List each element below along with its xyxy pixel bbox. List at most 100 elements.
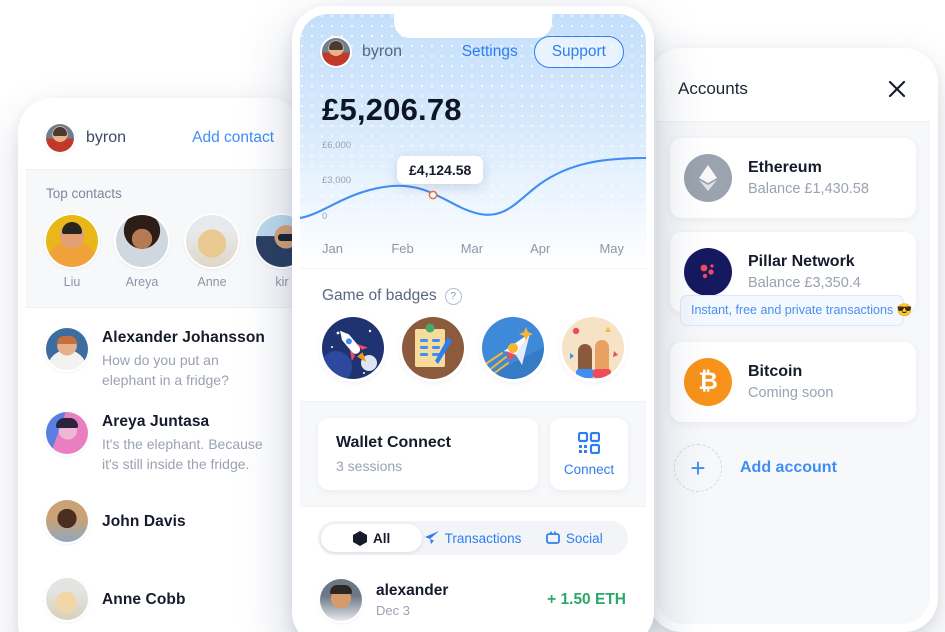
transaction-date: Dec 3 <box>376 603 410 618</box>
paper-plane-badge[interactable] <box>482 317 544 379</box>
contact-chip-anne[interactable]: Anne <box>186 215 238 289</box>
x-tick: Feb <box>391 241 414 256</box>
qr-code-icon <box>578 431 600 454</box>
left-username: byron <box>86 128 127 146</box>
chart-x-axis: Jan Feb Mar Apr May <box>300 241 646 256</box>
phone-notch <box>394 14 552 38</box>
transaction-name: alexander <box>376 582 449 599</box>
pillar-icon <box>684 248 732 296</box>
badges-section: Game of badges ? <box>300 268 646 401</box>
transaction-row[interactable]: alexander Dec 3 + 1.50 ETH <box>300 565 646 621</box>
contact-name: Areya <box>125 275 159 289</box>
y-tick-0: 0 <box>322 211 328 222</box>
account-card-ethereum[interactable]: Ethereum Balance £1,430.58 <box>670 138 916 218</box>
tab-transactions[interactable]: Transactions <box>422 524 523 552</box>
connect-label: Connect <box>563 461 615 477</box>
transaction-avatar[interactable] <box>320 579 362 621</box>
chat-icon <box>546 531 560 544</box>
page-title: Accounts <box>678 78 748 98</box>
center-username: byron <box>362 43 403 60</box>
contact-avatar[interactable] <box>256 215 294 267</box>
phone-notch <box>719 56 867 78</box>
chart-tooltip: £4,124.58 <box>397 156 484 184</box>
close-icon[interactable] <box>886 78 908 100</box>
promo-composition: byron Add contact Top contacts Liu Areya <box>0 0 945 632</box>
wallet-hero: byron Settings Support £5,206.78 £6,000 … <box>300 14 646 268</box>
contact-name: Anne <box>197 275 227 289</box>
list-item[interactable]: Alexander Johansson How do you put an el… <box>26 314 294 398</box>
chart-highlight-marker[interactable] <box>428 190 438 200</box>
top-contacts-section: Top contacts Liu Areya Anne kir <box>26 170 294 308</box>
y-tick-6000: £6,000 <box>322 140 352 151</box>
clapping-hands-badge[interactable] <box>562 317 624 379</box>
settings-link[interactable]: Settings <box>462 43 518 61</box>
contact-avatar[interactable] <box>116 215 168 267</box>
tab-all[interactable]: All <box>321 524 423 552</box>
badges-title: Game of badges <box>322 287 437 304</box>
notepad-badge[interactable] <box>402 317 464 379</box>
left-phone-screen: byron Add contact Top contacts Liu Areya <box>26 106 294 632</box>
contact-avatar[interactable] <box>46 215 98 267</box>
list-item[interactable]: Anne Cobb <box>26 564 294 628</box>
add-account-button[interactable]: + Add account <box>670 436 916 492</box>
add-contact-link[interactable]: Add contact <box>192 129 274 147</box>
account-name: Bitcoin <box>748 363 803 380</box>
tab-label: All <box>373 530 391 546</box>
top-contacts-title: Top contacts <box>46 186 122 201</box>
balance-amount: £5,206.78 <box>322 92 462 127</box>
connect-button[interactable]: Connect <box>550 418 628 490</box>
question-mark-icon[interactable]: ? <box>444 287 462 305</box>
x-tick: Mar <box>460 241 484 256</box>
chat-avatar[interactable] <box>46 328 88 370</box>
accounts-list: Ethereum Balance £1,430.58 Pillar Networ… <box>656 122 930 624</box>
user-avatar-icon[interactable] <box>46 123 74 152</box>
chat-avatar[interactable] <box>46 578 88 620</box>
contact-name: Liu <box>63 275 81 289</box>
chat-avatar[interactable] <box>46 500 88 542</box>
badges-strip <box>300 315 646 401</box>
phone-notch <box>86 106 234 128</box>
chat-message: It's the elephant. Because it's still in… <box>102 436 263 472</box>
right-phone-screen: Accounts Ethereum Balance £1,430.58 Pill… <box>656 56 930 624</box>
wallet-connect-sessions: 3 sessions <box>336 458 403 474</box>
list-item[interactable]: Areya Juntasa It's the elephant. Because… <box>26 398 294 482</box>
send-icon <box>424 531 439 544</box>
center-phone-screen: byron Settings Support £5,206.78 £6,000 … <box>300 14 646 632</box>
contact-avatar[interactable] <box>186 215 238 267</box>
add-account-label: Add account <box>740 459 837 476</box>
tab-social[interactable]: Social <box>524 524 625 552</box>
chat-avatar[interactable] <box>46 412 88 454</box>
account-status: Coming soon <box>748 385 834 401</box>
chat-list: Alexander Johansson How do you put an el… <box>26 308 294 628</box>
wallet-connect-card[interactable]: Wallet Connect 3 sessions <box>318 418 538 490</box>
chat-message: How do you put an elephant in a fridge? <box>102 352 229 388</box>
account-balance: Balance £3,350.4 <box>748 275 861 291</box>
tab-label: Social <box>565 530 603 546</box>
transaction-amount: + 1.50 ETH <box>547 591 626 608</box>
chat-name: Alexander Johansson <box>102 329 265 346</box>
chart-line <box>300 156 646 220</box>
account-card-bitcoin[interactable]: ₿ Bitcoin Coming soon <box>670 342 916 422</box>
top-contacts-strip: Liu Areya Anne kir <box>46 215 294 289</box>
list-item[interactable]: John Davis <box>26 482 294 564</box>
chat-name: John Davis <box>102 512 186 530</box>
chat-name: Anne Cobb <box>102 590 186 608</box>
feed-tabs: All Transactions Social <box>318 521 628 555</box>
rocket-badge[interactable] <box>322 317 384 379</box>
contact-chip-liu[interactable]: Liu <box>46 215 98 289</box>
account-card-pillar[interactable]: Pillar Network Balance £3,350.4 Instant,… <box>670 232 916 326</box>
x-tick: Apr <box>530 241 551 256</box>
y-tick-3000: £3,000 <box>322 175 352 186</box>
contact-chip-areya[interactable]: Areya <box>116 215 168 289</box>
account-name: Pillar Network <box>748 253 855 270</box>
support-button[interactable]: Support <box>533 36 624 68</box>
balance-chart[interactable]: £6,000 £3,000 0 £4,124.58 Jan Feb Mar Ap… <box>300 134 646 256</box>
user-avatar-icon[interactable] <box>322 38 350 66</box>
contact-name: kir <box>275 275 289 289</box>
ethereum-icon <box>684 154 732 202</box>
contact-chip-kir[interactable]: kir <box>256 215 294 289</box>
plus-icon: + <box>674 444 722 492</box>
bitcoin-icon: ₿ <box>684 358 732 406</box>
account-name: Ethereum <box>748 159 822 176</box>
center-phone-frame: byron Settings Support £5,206.78 £6,000 … <box>292 6 654 632</box>
